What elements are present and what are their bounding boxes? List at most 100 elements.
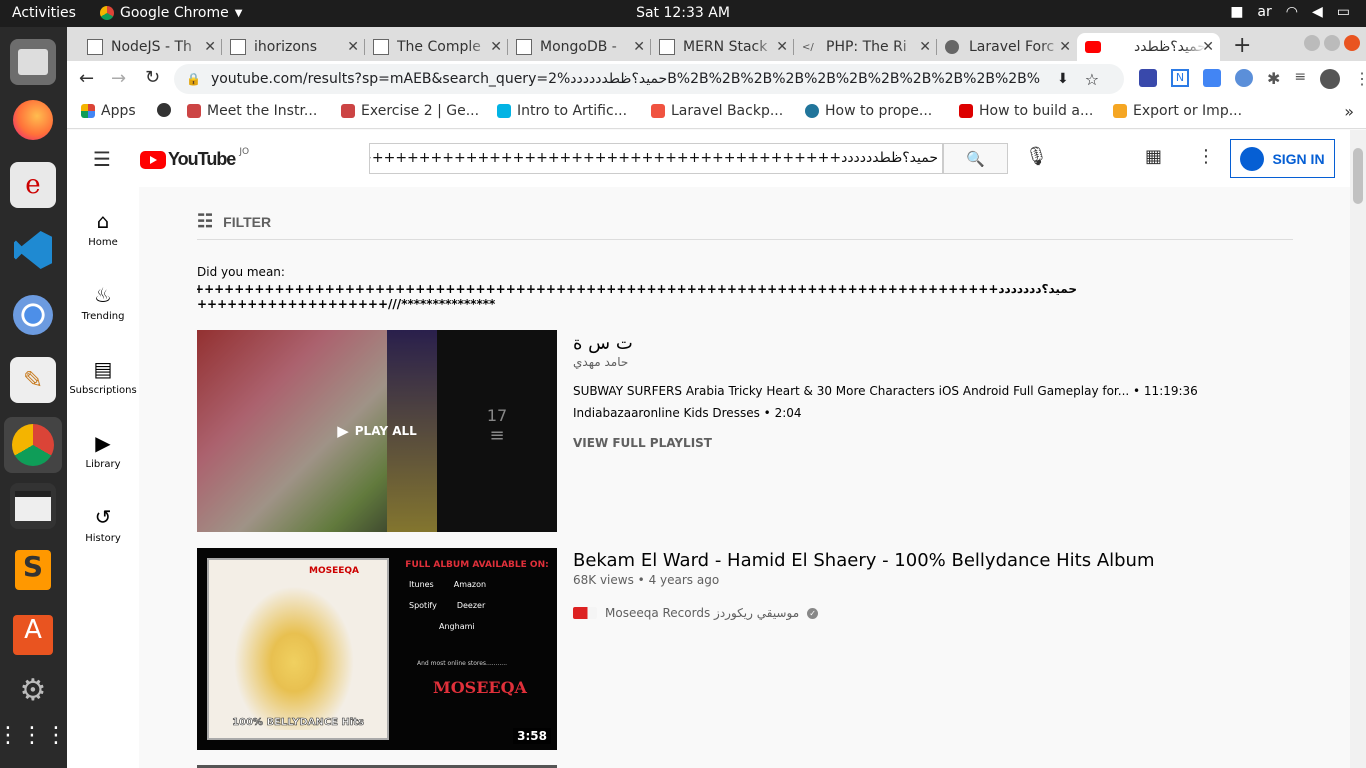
microphone-icon[interactable]: 🎙 bbox=[1025, 146, 1048, 167]
vscode-icon[interactable] bbox=[10, 227, 56, 273]
address-bar[interactable]: 🔒 youtube.com/results?sp=mAEB&search_que… bbox=[174, 64, 1124, 94]
more-bookmarks-icon[interactable]: » bbox=[1344, 102, 1354, 121]
tab-strip: NodeJS - Th ✕ ihorizons ✕ The Comple ✕ Mong… bbox=[67, 27, 1366, 61]
close-icon[interactable]: ✕ bbox=[633, 39, 645, 55]
install-icon[interactable]: ⬇ bbox=[1057, 71, 1069, 87]
close-icon[interactable]: ✕ bbox=[919, 39, 931, 55]
page-scrollbar[interactable] bbox=[1350, 130, 1366, 768]
bookmark-label: Apps bbox=[101, 103, 136, 119]
tab-php[interactable]: </ PHP: The Ri ✕ bbox=[794, 33, 937, 61]
camera-icon: ■ bbox=[1230, 4, 1244, 20]
firefox-icon[interactable] bbox=[10, 97, 56, 143]
close-window-icon[interactable] bbox=[1344, 35, 1360, 51]
search-icon: 🔍 bbox=[966, 149, 985, 168]
tab-youtube-active[interactable]: حميد؟ظطدد ✕ bbox=[1077, 33, 1220, 61]
activities-button[interactable]: Activities bbox=[12, 5, 76, 21]
bookmark-globe[interactable] bbox=[157, 103, 171, 117]
youtube-logo[interactable]: YouTube JO bbox=[140, 147, 249, 170]
close-icon[interactable]: ✕ bbox=[1059, 39, 1071, 55]
youtube-favicon-icon bbox=[1085, 41, 1101, 53]
bookmark-laravel-backpack[interactable]: Laravel Backp... bbox=[651, 103, 783, 119]
settings-dots-icon[interactable]: ⋮ bbox=[1197, 146, 1215, 167]
media-icon[interactable]: ≡ bbox=[1294, 69, 1306, 89]
bookmark-apps[interactable]: Apps bbox=[81, 103, 136, 119]
search-button[interactable]: 🔍 bbox=[943, 143, 1008, 174]
suggestion-link[interactable]: حميد؟ددددددد++++++++++++++++++++++++++++… bbox=[197, 282, 1077, 312]
profile-icon[interactable] bbox=[1320, 69, 1341, 89]
bookmark-intro-ai[interactable]: Intro to Artific... bbox=[497, 103, 627, 119]
sidebar-item-subscriptions[interactable]: ▤ Subscriptions bbox=[67, 357, 139, 396]
sidebar-item-home[interactable]: ⌂ Home bbox=[67, 209, 139, 248]
new-tab-button[interactable]: + bbox=[1233, 33, 1251, 58]
scrollbar-thumb[interactable] bbox=[1353, 148, 1363, 204]
close-icon[interactable]: ✕ bbox=[347, 39, 359, 55]
bookmark-label: Meet the Instr... bbox=[207, 103, 318, 119]
channel-row[interactable]: Moseeqa Records موسيقي ريكوردز ✓ bbox=[573, 606, 819, 620]
show-apps-icon[interactable]: ⋮⋮⋮ bbox=[0, 712, 67, 758]
play-all-overlay[interactable]: ▶ PLAY ALL bbox=[197, 330, 557, 532]
puzzle-icon[interactable]: ✱ bbox=[1267, 69, 1280, 89]
tab-nodejs[interactable]: NodeJS - Th ✕ bbox=[79, 33, 222, 61]
playlist-video-1[interactable]: SUBWAY SURFERS Arabia Tricky Heart & 30 … bbox=[573, 384, 1198, 398]
system-tray[interactable]: ■ ar ◠ ◀ ▭ bbox=[1230, 4, 1350, 20]
sublime-icon[interactable]: S bbox=[10, 547, 56, 593]
playlist-video-title: SUBWAY SURFERS Arabia Tricky Heart & 30 … bbox=[573, 384, 1130, 398]
page-icon bbox=[373, 39, 389, 55]
youtube-header: ☰ YouTube JO حميد؟ظطدددددد++++++++++++++… bbox=[67, 130, 1350, 187]
sidebar-item-history[interactable]: ↺ History bbox=[67, 505, 139, 544]
tab-complete[interactable]: The Comple ✕ bbox=[365, 33, 508, 61]
sign-in-button[interactable]: SIGN IN bbox=[1230, 139, 1335, 178]
sidebar-item-library[interactable]: ▶ Library bbox=[67, 431, 139, 470]
result-title[interactable]: Bekam El Ward - Hamid El Shaery - 100% B… bbox=[573, 550, 1155, 571]
store-deezer: Deezer bbox=[456, 601, 486, 610]
maximize-icon[interactable] bbox=[1324, 35, 1340, 51]
tab-mongodb[interactable]: MongoDB - ✕ bbox=[508, 33, 651, 61]
bookmark-how-to-properly[interactable]: How to prope... bbox=[805, 103, 932, 119]
tab-laravel[interactable]: Laravel Forc ✕ bbox=[937, 33, 1077, 61]
notepad-icon[interactable]: ✎ bbox=[10, 357, 56, 403]
menu-icon[interactable]: ⋮ bbox=[1354, 69, 1366, 89]
video-editor-icon[interactable] bbox=[10, 483, 56, 529]
bookmark-export-import[interactable]: Export or Imp... bbox=[1113, 103, 1242, 119]
result-title[interactable]: ت س ة bbox=[573, 333, 633, 354]
playlist-video-2[interactable]: Indiabazaaronline Kids Dresses • 2:04 bbox=[573, 406, 802, 420]
close-icon[interactable]: ✕ bbox=[204, 39, 216, 55]
tab-ihorizons[interactable]: ihorizons ✕ bbox=[222, 33, 365, 61]
extension-icon[interactable] bbox=[1235, 69, 1253, 87]
software-center-icon[interactable]: A bbox=[10, 612, 56, 658]
chromium-icon[interactable] bbox=[10, 292, 56, 338]
forward-icon[interactable]: → bbox=[111, 68, 126, 89]
close-icon[interactable]: ✕ bbox=[1202, 39, 1214, 55]
files-icon[interactable] bbox=[10, 39, 56, 85]
view-full-playlist-link[interactable]: VIEW FULL PLAYLIST bbox=[573, 436, 712, 450]
language-indicator[interactable]: ar bbox=[1257, 4, 1271, 20]
chrome-dock-icon[interactable] bbox=[4, 417, 62, 473]
minimize-icon[interactable] bbox=[1304, 35, 1320, 51]
filter-button[interactable]: ☷ FILTER bbox=[197, 211, 271, 232]
reload-icon[interactable]: ↻ bbox=[145, 67, 160, 88]
text-editor-red-icon[interactable]: e bbox=[10, 162, 56, 208]
bookmark-meet-instr[interactable]: Meet the Instr... bbox=[187, 103, 317, 119]
hamburger-menu-icon[interactable]: ☰ bbox=[93, 147, 111, 171]
search-box[interactable]: حميد؟ظطدددددد+++++++++++++++++++++++++++… bbox=[369, 143, 943, 174]
translate-icon[interactable] bbox=[1203, 69, 1221, 87]
video-thumbnail[interactable]: MOSEEQA 100% BELLYDANCE Hits FULL ALBUM … bbox=[197, 548, 557, 750]
extension-icon[interactable] bbox=[1139, 69, 1157, 87]
tab-mern[interactable]: MERN Stack ✕ bbox=[651, 33, 794, 61]
apps-grid-icon[interactable]: ▦ bbox=[1145, 146, 1162, 167]
bookmark-exercise[interactable]: Exercise 2 | Ge... bbox=[341, 103, 479, 119]
channel-name[interactable]: حامد مهدي bbox=[573, 355, 628, 369]
bookmark-how-to-build[interactable]: How to build a... bbox=[959, 103, 1093, 119]
playlist-thumbnail[interactable]: 17 ≡ ▶ PLAY ALL bbox=[197, 330, 557, 532]
sidebar-item-trending[interactable]: ♨ Trending bbox=[67, 283, 139, 322]
extension-icon[interactable]: N bbox=[1171, 69, 1189, 87]
close-icon[interactable]: ✕ bbox=[490, 39, 502, 55]
settings-icon[interactable]: ⚙ bbox=[10, 667, 56, 713]
app-menu[interactable]: Google Chrome ▼ bbox=[100, 5, 242, 21]
export-icon bbox=[1113, 104, 1127, 118]
star-icon[interactable]: ☆ bbox=[1085, 70, 1099, 89]
close-icon[interactable]: ✕ bbox=[776, 39, 788, 55]
search-input[interactable]: حميد؟ظطدددددد+++++++++++++++++++++++++++… bbox=[370, 150, 938, 166]
tab-title: NodeJS - Th bbox=[111, 39, 192, 55]
back-icon[interactable]: ← bbox=[79, 68, 94, 89]
